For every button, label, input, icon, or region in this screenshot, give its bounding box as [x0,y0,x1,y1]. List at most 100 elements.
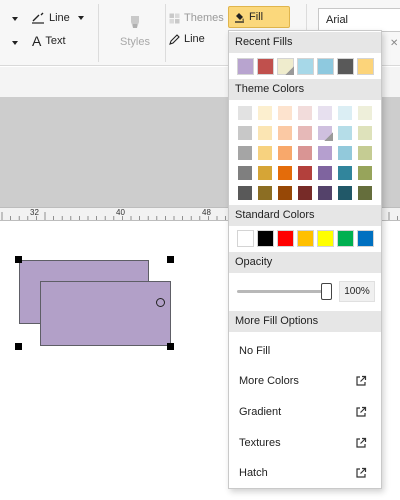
themes-button[interactable]: Themes [169,12,224,24]
fill-button[interactable]: Fill [228,6,290,28]
gradient-label: Gradient [239,406,282,418]
divider [165,4,166,62]
fill-label: Fill [249,11,264,23]
theme-color-swatch[interactable] [297,105,313,121]
line-icon [32,12,44,24]
chevron-down-icon[interactable] [12,41,18,45]
theme-color-swatch[interactable] [257,105,273,121]
fill-dropdown-menu: Recent Fills Theme Colors Standard Color… [228,30,382,489]
font-family-select[interactable]: Arial [318,8,400,32]
recent-fill-swatch[interactable] [257,58,274,75]
theme-color-swatch[interactable] [357,185,373,201]
opacity-slider-track[interactable] [237,290,329,293]
theme-color-swatch[interactable] [337,165,353,181]
standard-color-swatch[interactable] [257,230,274,247]
recent-fill-swatch[interactable] [317,58,334,75]
theme-color-swatch[interactable] [337,145,353,161]
chevron-down-icon [77,16,84,20]
theme-color-swatch[interactable] [297,185,313,201]
theme-color-swatch[interactable] [357,105,373,121]
ruler-label: 48 [202,208,211,217]
theme-color-swatch[interactable] [277,165,293,181]
textures-label: Textures [239,437,281,449]
opacity-heading: Opacity [229,252,381,273]
resize-handle[interactable] [15,343,22,350]
theme-color-swatch[interactable] [317,165,333,181]
theme-color-swatch[interactable] [277,105,293,121]
theme-color-swatch[interactable] [317,125,333,141]
recent-fills-heading: Recent Fills [229,32,381,53]
more-fill-options-heading: More Fill Options [229,311,381,332]
standard-color-swatch[interactable] [357,230,374,247]
resize-handle[interactable] [15,256,22,263]
theme-color-swatch[interactable] [297,145,313,161]
standard-colors-heading: Standard Colors [229,205,381,226]
theme-color-swatch[interactable] [297,125,313,141]
recent-fill-swatch[interactable] [357,58,374,75]
theme-color-swatch[interactable] [277,125,293,141]
themes-icon [169,13,180,23]
chevron-down-icon[interactable] [12,17,18,21]
theme-color-swatch[interactable] [237,165,253,181]
themes-label: Themes [184,12,224,24]
standard-color-swatch[interactable] [337,230,354,247]
theme-color-swatch[interactable] [257,165,273,181]
rectangle-shape[interactable] [40,281,171,346]
styles-button[interactable]: Styles [112,14,158,58]
theme-color-swatch[interactable] [337,185,353,201]
theme-color-swatch[interactable] [357,165,373,181]
texture-fold-icon [324,132,333,141]
recent-fill-swatch[interactable] [297,58,314,75]
rotate-handle[interactable] [156,298,165,307]
divider [98,4,99,62]
opacity-value[interactable]: 100% [339,281,375,302]
paint-bucket-icon [235,13,244,23]
theme-color-swatch[interactable] [317,105,333,121]
external-link-icon [356,467,367,478]
text-label: Text [45,35,66,47]
theme-color-swatch[interactable] [357,145,373,161]
line-color-button[interactable]: Line [169,33,205,45]
more-colors-label: More Colors [239,375,299,387]
recent-fill-swatch[interactable] [337,58,354,75]
recent-fill-swatch[interactable] [277,58,294,75]
external-link-icon [356,375,367,386]
theme-color-swatch[interactable] [257,185,273,201]
texture-fold-icon [285,66,294,75]
pencil-icon [169,33,180,45]
opacity-slider-thumb[interactable] [321,283,332,300]
standard-color-swatch[interactable] [237,230,254,247]
theme-color-swatch[interactable] [357,125,373,141]
standard-color-swatch[interactable] [277,230,294,247]
text-button[interactable]: A Text [32,33,66,49]
no-fill-option[interactable]: No Fill [229,337,381,365]
theme-color-swatch[interactable] [277,185,293,201]
theme-color-swatch[interactable] [237,145,253,161]
theme-color-swatch[interactable] [237,105,253,121]
standard-color-swatch[interactable] [297,230,314,247]
theme-color-swatch[interactable] [257,125,273,141]
theme-color-swatch[interactable] [257,145,273,161]
theme-color-swatch[interactable] [297,165,313,181]
styles-label: Styles [120,36,150,48]
resize-handle[interactable] [167,256,174,263]
resize-handle[interactable] [167,343,174,350]
hatch-label: Hatch [239,467,268,479]
standard-color-swatch[interactable] [317,230,334,247]
theme-color-swatch[interactable] [277,145,293,161]
line-color-label: Line [184,33,205,45]
theme-color-swatch[interactable] [317,145,333,161]
theme-color-swatch[interactable] [337,125,353,141]
theme-color-swatch[interactable] [237,185,253,201]
line-label: Line [49,12,70,24]
close-icon[interactable]: ✕ [390,38,398,49]
external-link-icon [356,406,367,417]
line-style-button[interactable]: Line [31,12,84,24]
theme-color-swatch[interactable] [237,125,253,141]
ruler-label: 32 [30,208,39,217]
recent-fill-swatch[interactable] [237,58,254,75]
ruler-label: 40 [116,208,125,217]
external-link-icon [356,437,367,448]
theme-color-swatch[interactable] [317,185,333,201]
theme-color-swatch[interactable] [337,105,353,121]
